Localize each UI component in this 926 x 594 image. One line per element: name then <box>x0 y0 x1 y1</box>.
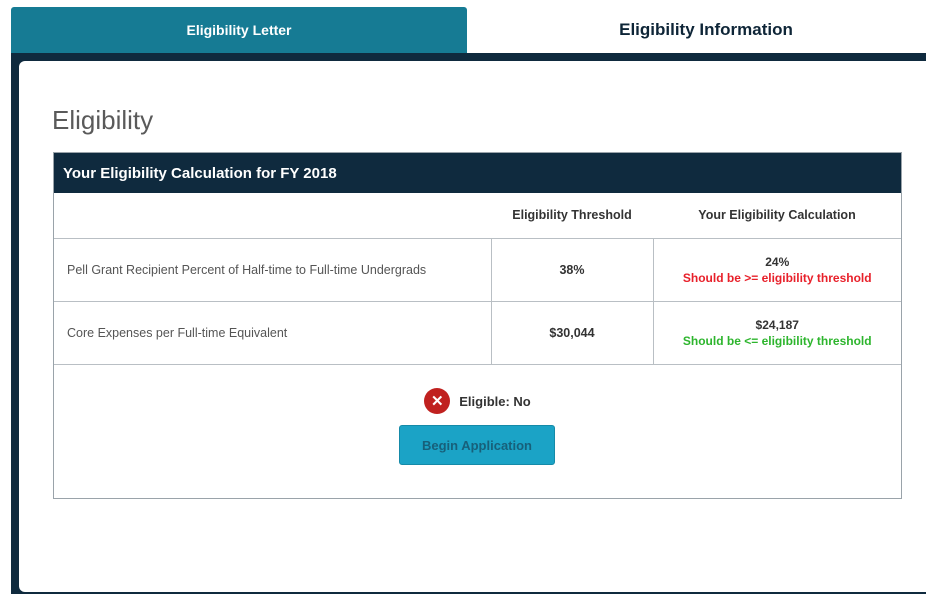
eligibility-table: Eligibility Threshold Your Eligibility C… <box>54 193 901 365</box>
table-row: Core Expenses per Full-time Equivalent $… <box>54 300 901 365</box>
tab-eligibility-information-label: Eligibility Information <box>619 20 793 39</box>
row-label: Core Expenses per Full-time Equivalent <box>54 300 491 365</box>
begin-application-button[interactable]: Begin Application <box>399 425 555 465</box>
row-note: Should be >= eligibility threshold <box>682 270 872 285</box>
row-calculation-cell: $24,187 Should be <= eligibility thresho… <box>653 300 901 365</box>
column-header-calculation: Your Eligibility Calculation <box>698 208 856 223</box>
eligibility-calculation-card: Your Eligibility Calculation for FY 2018… <box>53 152 902 499</box>
card-header: Your Eligibility Calculation for FY 2018 <box>54 153 901 193</box>
x-circle-icon: ✕ <box>424 388 451 414</box>
row-calculation: $24,187 <box>755 317 799 332</box>
row-label: Pell Grant Recipient Percent of Half-tim… <box>54 237 491 301</box>
row-threshold: $30,044 <box>490 300 654 365</box>
tab-eligibility-letter-label: Eligibility Letter <box>186 22 292 38</box>
page-title: Eligibility <box>52 105 154 135</box>
content-frame: Eligibility Your Eligibility Calculation… <box>11 53 926 594</box>
column-header-threshold: Eligibility Threshold <box>512 208 632 223</box>
eligibility-status: ✕ Eligible: No <box>54 388 901 414</box>
table-row: Pell Grant Recipient Percent of Half-tim… <box>54 237 901 301</box>
row-calculation: 24% <box>765 254 790 269</box>
row-threshold: 38% <box>490 237 654 301</box>
table-header-row: Eligibility Threshold Your Eligibility C… <box>54 193 901 238</box>
eligibility-status-text: Eligible: No <box>459 393 531 409</box>
content-panel: Eligibility Your Eligibility Calculation… <box>19 61 926 592</box>
column-header-measure <box>54 193 491 238</box>
tab-eligibility-information[interactable]: Eligibility Information <box>486 7 926 53</box>
tab-eligibility-letter[interactable]: Eligibility Letter <box>11 7 467 53</box>
row-note: Should be <= eligibility threshold <box>682 333 872 348</box>
row-calculation-cell: 24% Should be >= eligibility threshold <box>653 237 901 301</box>
